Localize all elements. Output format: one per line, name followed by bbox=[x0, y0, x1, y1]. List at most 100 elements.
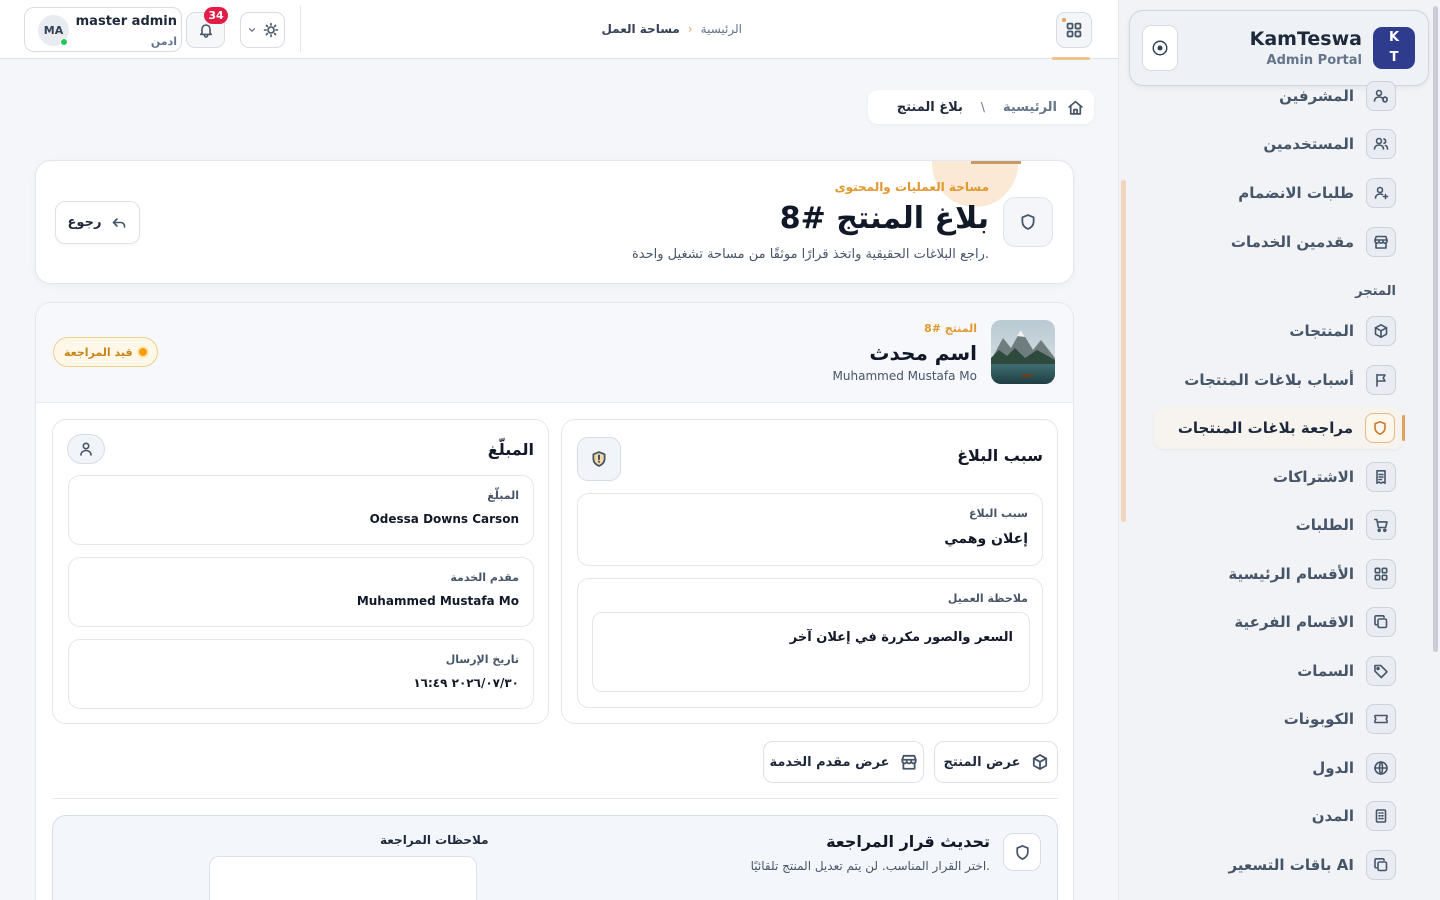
reason-field-value: إعلان وهمي bbox=[944, 531, 1028, 547]
target-icon bbox=[1152, 40, 1168, 56]
sidebar-section-store: المتجر bbox=[1355, 284, 1396, 299]
user-icon bbox=[78, 441, 94, 457]
shield-icon bbox=[1014, 844, 1031, 861]
submission-date-field: تاريخ الإرسال ٢٠٢٦/٠٧/٣٠ ١٦:٤٩ bbox=[68, 639, 534, 709]
building-icon bbox=[1366, 801, 1396, 831]
view-product-label: عرض المنتج bbox=[943, 754, 1021, 770]
view-product-button[interactable]: عرض المنتج bbox=[934, 741, 1058, 783]
sidebar: K T KamTeswa Admin Portal المشرفين المست… bbox=[1118, 0, 1440, 900]
flag-icon bbox=[1366, 365, 1396, 395]
sidebar-item-coupons[interactable]: الكوبونات bbox=[1154, 699, 1396, 739]
copy-icon bbox=[1366, 850, 1396, 880]
submission-date-value: ٢٠٢٦/٠٧/٣٠ ١٦:٤٩ bbox=[413, 676, 519, 690]
sidebar-item-attributes[interactable]: السمات bbox=[1154, 651, 1396, 691]
sidebar-item-label: الاشتراكات bbox=[1272, 468, 1354, 486]
brand-logo-line2: T bbox=[1389, 50, 1399, 65]
product-name: اسم محدث bbox=[869, 341, 977, 365]
topbar: الرئيسية › مساحة العمل 34 MA master admi… bbox=[0, 0, 1118, 60]
sidebar-item-label: الكوبونات bbox=[1283, 710, 1354, 728]
decision-icon-box bbox=[1003, 833, 1041, 871]
home-icon[interactable] bbox=[1067, 99, 1084, 116]
theme-toggle-button[interactable] bbox=[240, 12, 285, 48]
breadcrumb-separator: \ bbox=[980, 100, 985, 114]
back-button[interactable]: رجوع bbox=[55, 201, 140, 244]
view-provider-button[interactable]: عرض مقدم الخدمة bbox=[763, 741, 924, 783]
sidebar-item-report-reasons[interactable]: أسباب بلاغات المنتجات bbox=[1154, 360, 1396, 400]
top-breadcrumb: الرئيسية › مساحة العمل bbox=[601, 22, 742, 36]
top-breadcrumb-separator: › bbox=[687, 22, 693, 36]
store-icon bbox=[1366, 227, 1396, 257]
sidebar-item-subscriptions[interactable]: الاشتراكات bbox=[1154, 457, 1396, 497]
user-plus-icon bbox=[1366, 178, 1396, 208]
sidebar-item-sub-categories[interactable]: الاقسام الفرعية bbox=[1154, 602, 1396, 642]
brand-card: K T KamTeswa Admin Portal bbox=[1129, 10, 1429, 86]
sidebar-scroll-thumb[interactable] bbox=[1121, 180, 1126, 522]
product-number: المنتج #8 bbox=[924, 322, 977, 335]
sidebar-item-join-requests[interactable]: طلبات الانضمام bbox=[1154, 173, 1396, 213]
reporter-field: المبلّغ Odessa Downs Carson bbox=[68, 475, 534, 545]
review-notes-input[interactable] bbox=[209, 856, 477, 900]
brand-logo: K T bbox=[1373, 27, 1415, 69]
customer-note-text: السعر والصور مكررة في إعلان آخر bbox=[789, 630, 1013, 645]
sidebar-item-cities[interactable]: المدن bbox=[1154, 796, 1396, 836]
sidebar-item-orders[interactable]: الطلبات bbox=[1154, 505, 1396, 545]
sidebar-item-ai-pricing[interactable]: باقات التسعير AI bbox=[1154, 845, 1396, 885]
brand-logo-line1: K bbox=[1388, 30, 1400, 45]
sidebar-item-users[interactable]: المستخدمين bbox=[1154, 124, 1396, 164]
status-dot bbox=[138, 348, 147, 356]
sidebar-item-providers[interactable]: مقدمين الخدمات bbox=[1154, 222, 1396, 262]
sun-icon bbox=[263, 22, 279, 38]
sidebar-item-products[interactable]: المنتجات bbox=[1154, 311, 1396, 351]
reporter-panel: المبلّغ المبلّغ Odessa Downs Carson مقدم… bbox=[52, 419, 549, 724]
shield-icon bbox=[1019, 213, 1037, 231]
top-breadcrumb-home[interactable]: الرئيسية bbox=[701, 22, 742, 36]
sidebar-item-report-review[interactable]: مراجعة بلاغات المنتجات bbox=[1154, 407, 1405, 449]
breadcrumb: الرئيسية \ بلاغ المنتج bbox=[868, 90, 1094, 124]
bell-icon bbox=[198, 22, 214, 38]
header-icon-box bbox=[1003, 197, 1053, 247]
globe-icon bbox=[1366, 753, 1396, 783]
reporter-field-label: المبلّغ bbox=[487, 489, 519, 502]
header-accent-bar bbox=[971, 161, 1021, 164]
sidebar-item-label: باقات التسعير AI bbox=[1228, 856, 1354, 874]
reason-panel-title: سبب البلاغ bbox=[957, 446, 1043, 465]
sidebar-item-main-categories[interactable]: الأقسام الرئيسية bbox=[1154, 554, 1396, 594]
reply-arrow-icon bbox=[111, 215, 127, 231]
decision-title: تحديث قرار المراجعة bbox=[826, 832, 990, 851]
apps-button[interactable] bbox=[1056, 12, 1092, 48]
sidebar-item-admins[interactable]: المشرفين bbox=[1154, 76, 1396, 116]
submission-date-label: تاريخ الإرسال bbox=[445, 653, 519, 666]
page-kicker: مساحة العمليات والمحتوى bbox=[834, 180, 989, 194]
users-shield-icon bbox=[1366, 81, 1396, 111]
user-menu[interactable]: MA master admin ادمن bbox=[24, 7, 182, 52]
ticket-icon bbox=[1366, 704, 1396, 734]
tag-icon bbox=[1366, 656, 1396, 686]
sidebar-item-label: طلبات الانضمام bbox=[1238, 184, 1354, 202]
sidebar-scrollbar[interactable] bbox=[1433, 6, 1438, 652]
sidebar-item-label: مقدمين الخدمات bbox=[1230, 233, 1354, 251]
sidebar-item-countries[interactable]: الدول bbox=[1154, 748, 1396, 788]
shield-icon bbox=[1365, 413, 1395, 443]
sidebar-item-label: السمات bbox=[1297, 662, 1354, 680]
provider-field-label: مقدم الخدمة bbox=[450, 571, 519, 584]
status-label: قيد المراجعة bbox=[64, 345, 133, 359]
online-status-dot bbox=[60, 38, 68, 46]
customer-note-label: ملاحظة العميل bbox=[947, 592, 1028, 605]
reporter-icon-box bbox=[67, 434, 105, 464]
page-title: بلاغ المنتج #8 bbox=[779, 201, 989, 236]
customer-note-box: السعر والصور مكررة في إعلان آخر bbox=[592, 612, 1030, 692]
product-summary: المنتج #8 اسم محدث Muhammed Mustafa Mo ق… bbox=[36, 303, 1073, 403]
sidebar-collapse-button[interactable] bbox=[1142, 25, 1178, 71]
user-role: ادمن bbox=[150, 35, 177, 48]
product-image[interactable] bbox=[991, 320, 1055, 384]
breadcrumb-home[interactable]: الرئيسية bbox=[1003, 100, 1057, 115]
top-breadcrumb-current: مساحة العمل bbox=[601, 22, 680, 36]
brand-subtitle: Admin Portal bbox=[1266, 53, 1362, 68]
shield-badge-icon bbox=[590, 450, 608, 468]
users-icon bbox=[1366, 129, 1396, 159]
reason-icon-box bbox=[577, 437, 621, 481]
sidebar-item-label: المدن bbox=[1311, 807, 1354, 825]
reporter-field-value: Odessa Downs Carson bbox=[369, 512, 519, 526]
back-button-label: رجوع bbox=[67, 215, 102, 230]
reporter-panel-title: المبلّغ bbox=[487, 440, 534, 459]
